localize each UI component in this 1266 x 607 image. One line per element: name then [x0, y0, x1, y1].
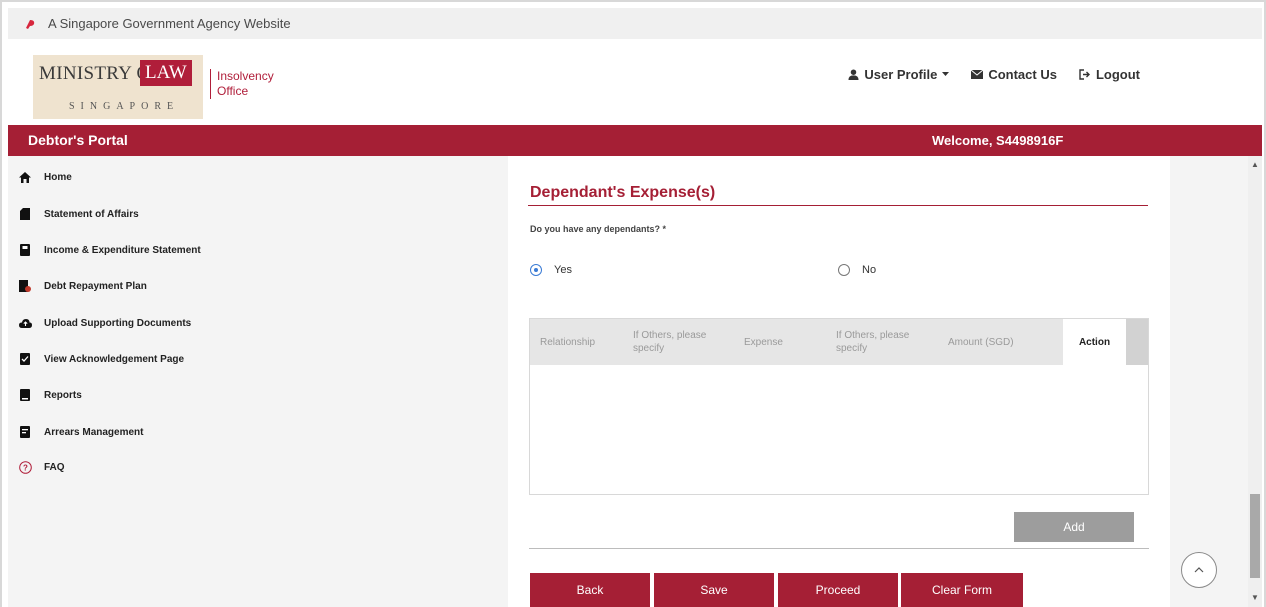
column-header-action: Action — [1063, 319, 1126, 365]
back-to-top-button[interactable] — [1181, 552, 1217, 588]
sidebar-item-acknowledgement[interactable]: View Acknowledgement Page — [18, 352, 184, 366]
radio-yes[interactable]: Yes — [530, 264, 572, 276]
sidebar-item-label: FAQ — [44, 461, 65, 473]
clear-form-button[interactable]: Clear Form — [901, 573, 1023, 607]
column-header-amount: Amount (SGD) — [948, 336, 1014, 348]
acknowledgement-icon — [18, 352, 32, 366]
logo-law-text: LAW — [140, 60, 192, 86]
sidebar-item-label: Debt Repayment Plan — [44, 280, 147, 292]
chevron-up-icon — [1194, 565, 1204, 576]
sidebar-item-label: View Acknowledgement Page — [44, 353, 185, 365]
user-profile-menu[interactable]: User Profile — [848, 67, 950, 82]
cloud-upload-icon — [18, 316, 32, 330]
sidebar-item-upload-documents[interactable]: Upload Supporting Documents — [18, 316, 191, 330]
radio-unselected-indicator[interactable] — [838, 264, 850, 276]
column-header-relationship: Relationship — [540, 336, 596, 348]
question-icon: ? — [18, 460, 32, 474]
logout-link[interactable]: Logout — [1079, 67, 1140, 82]
logout-icon — [1079, 69, 1091, 80]
plan-icon — [18, 279, 32, 293]
logo-block: MINISTRY OF LAW SINGAPORE — [33, 55, 203, 119]
radio-yes-label: Yes — [554, 264, 572, 276]
add-button[interactable]: Add — [1014, 512, 1134, 542]
sidebar-item-label: Home — [44, 171, 72, 183]
contact-us-link[interactable]: Contact Us — [971, 67, 1057, 82]
document-icon — [18, 207, 32, 221]
site-header: MINISTRY OF LAW SINGAPORE Insolvency Off… — [8, 39, 1262, 125]
logo-sub-line2: Office — [217, 84, 249, 98]
dependants-question: Do you have any dependants? * — [530, 224, 667, 234]
back-button[interactable]: Back — [530, 573, 650, 607]
proceed-button[interactable]: Proceed — [778, 573, 898, 607]
masthead-text: A Singapore Government Agency Website — [48, 16, 291, 31]
sidebar-item-label: Statement of Affairs — [44, 208, 139, 220]
scroll-down-arrow-icon[interactable]: ▼ — [1251, 593, 1259, 602]
column-header-expense: Expense — [744, 336, 783, 348]
svg-text:?: ? — [23, 463, 28, 472]
ministry-logo[interactable]: MINISTRY OF LAW SINGAPORE Insolvency Off… — [33, 55, 274, 119]
sidebar-item-label: Income & Expenditure Statement — [44, 244, 201, 256]
sidebar-item-income-expenditure[interactable]: Income & Expenditure Statement — [18, 243, 201, 257]
top-nav: User Profile Contact Us Logout — [848, 67, 1140, 82]
scroll-up-arrow-icon[interactable]: ▲ — [1251, 160, 1259, 169]
portal-bar: Debtor's Portal Welcome, S4498916F — [8, 125, 1262, 156]
welcome-text: Welcome, S4498916F — [932, 133, 1064, 148]
form-divider — [529, 548, 1149, 549]
government-masthead: A Singapore Government Agency Website — [8, 8, 1262, 39]
sidebar: Home Statement of Affairs Income & Expen… — [8, 156, 508, 607]
sidebar-item-arrears-management[interactable]: Arrears Management — [18, 425, 143, 439]
radio-no[interactable]: No — [838, 264, 876, 276]
logo-country-text: SINGAPORE — [69, 101, 180, 112]
arrears-icon — [18, 425, 32, 439]
contact-us-label: Contact Us — [988, 67, 1057, 82]
radio-no-label: No — [862, 264, 877, 276]
sidebar-item-label: Upload Supporting Documents — [44, 317, 192, 329]
sidebar-item-statement-of-affairs[interactable]: Statement of Affairs — [18, 207, 139, 221]
user-icon — [848, 69, 859, 80]
user-profile-label: User Profile — [864, 67, 938, 82]
main-content: Dependant's Expense(s) Do you have any d… — [508, 156, 1170, 607]
logo-sub-line1: Insolvency — [217, 69, 274, 83]
sidebar-item-reports[interactable]: Reports — [18, 388, 82, 402]
table-header-scroll-gutter — [1126, 319, 1148, 365]
caret-down-icon — [942, 72, 950, 77]
ledger-icon — [18, 243, 32, 257]
sidebar-item-label: Reports — [44, 389, 82, 401]
sidebar-item-faq[interactable]: ? FAQ — [18, 460, 65, 474]
column-header-others-specify: If Others, please specify — [633, 330, 707, 354]
section-title: Dependant's Expense(s) — [530, 184, 716, 201]
sidebar-item-label: Arrears Management — [44, 426, 144, 438]
section-divider — [528, 205, 1148, 206]
envelope-icon — [971, 70, 984, 79]
dependants-expense-table: Relationship If Others, please specify E… — [529, 318, 1149, 495]
logo-subtitle: Insolvency Office — [210, 69, 274, 99]
radio-selected-indicator[interactable] — [530, 264, 542, 276]
lion-head-icon — [24, 17, 38, 31]
home-icon — [18, 170, 32, 184]
logout-label: Logout — [1095, 67, 1140, 82]
table-header: Relationship If Others, please specify E… — [530, 319, 1148, 365]
right-margin — [1170, 156, 1248, 607]
page-scrollbar[interactable]: ▲ ▼ — [1248, 156, 1262, 607]
portal-title: Debtor's Portal — [28, 132, 128, 148]
scrollbar-thumb[interactable] — [1250, 494, 1260, 578]
sidebar-item-debt-repayment-plan[interactable]: Debt Repayment Plan — [18, 279, 147, 293]
report-icon — [18, 388, 32, 402]
column-header-others-specify-2: If Others, please specify — [836, 330, 910, 354]
save-button[interactable]: Save — [654, 573, 774, 607]
sidebar-item-home[interactable]: Home — [18, 170, 72, 184]
